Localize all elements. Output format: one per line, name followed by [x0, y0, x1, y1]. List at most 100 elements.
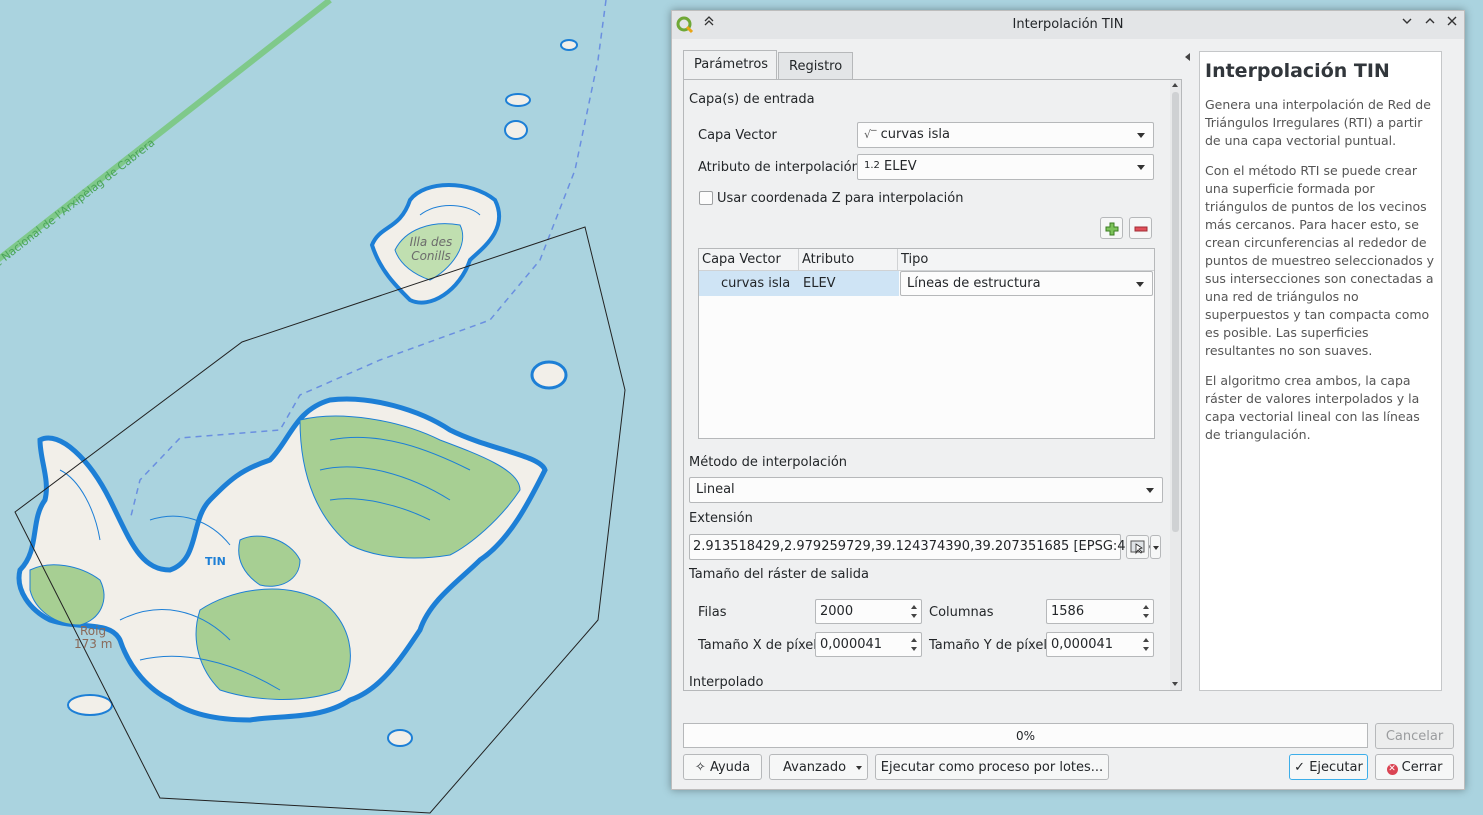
pixel-x-label: Tamaño X de píxel	[698, 638, 817, 653]
tab-registro[interactable]: Registro	[778, 52, 853, 79]
extent-select-button[interactable]	[1126, 535, 1149, 559]
extent-value: 2.913518429,2.979259729,39.124374390,39.…	[693, 539, 1156, 554]
conills-label: Illa des Conills	[409, 235, 453, 263]
table-cell-attribute[interactable]: ELEV	[799, 271, 899, 296]
pixel-y-value: 0,000041	[1051, 637, 1114, 652]
remove-layer-button[interactable]	[1129, 217, 1152, 239]
rows-label: Filas	[698, 605, 727, 620]
help-star-icon: ✧	[694, 760, 706, 775]
interp-attr-combo[interactable]: 1.2 ELEV	[857, 154, 1154, 180]
add-layer-button[interactable]	[1100, 217, 1123, 239]
dialog-titlebar[interactable]: Interpolación TIN	[672, 11, 1464, 39]
parameters-panel: Capa(s) de entrada Capa Vector √‾ curvas…	[683, 79, 1182, 691]
table-header-capa[interactable]: Capa Vector	[699, 249, 799, 271]
arrow-up-icon[interactable]	[911, 605, 917, 609]
roig-height-label: 173 m	[74, 637, 113, 651]
tab-parametros[interactable]: Parámetros	[683, 50, 777, 80]
chevron-down-icon	[1153, 546, 1159, 550]
pixel-y-label: Tamaño Y de píxel	[929, 638, 1047, 653]
layer-table[interactable]: Capa Vector Atributo Tipo curvas isla EL…	[698, 248, 1155, 439]
islet	[67, 694, 113, 716]
chevron-down-icon	[1137, 133, 1145, 138]
arrow-down-icon[interactable]	[1143, 614, 1149, 618]
extent-field[interactable]: 2.913518429,2.979259729,39.124374390,39.…	[689, 534, 1155, 560]
use-z-checkbox[interactable]	[699, 191, 713, 205]
minus-icon	[1134, 226, 1147, 232]
table-header-tipo[interactable]: Tipo	[898, 249, 1154, 271]
map-cursor-icon	[1130, 540, 1144, 555]
cols-value: 1586	[1051, 604, 1085, 619]
help-paragraph: El algoritmo crea ambos, la capa ráster …	[1205, 373, 1420, 442]
vector-layer-label: Capa Vector	[698, 128, 777, 143]
help-button-label: Ayuda	[709, 760, 751, 775]
pixel-y-spinbox[interactable]: 0,000041	[1046, 632, 1154, 657]
scroll-up-icon[interactable]	[1172, 83, 1178, 87]
extent-dropdown-button[interactable]	[1150, 535, 1161, 559]
pixel-x-spinbox[interactable]: 0,000041	[815, 632, 922, 657]
interpolated-label: Interpolado	[689, 675, 764, 690]
cols-spinbox[interactable]: 1586	[1046, 599, 1154, 624]
tin-layer-label: TIN	[205, 555, 226, 568]
extent-label: Extensión	[689, 511, 753, 526]
rows-value: 2000	[820, 604, 854, 619]
check-icon: ✓	[1294, 760, 1306, 775]
help-paragraph: Con el método RTI se puede crear una sup…	[1205, 163, 1435, 358]
arrow-up-icon[interactable]	[911, 638, 917, 642]
islet	[505, 93, 531, 107]
method-value: Lineal	[696, 482, 735, 497]
method-combo[interactable]: Lineal	[689, 477, 1163, 503]
maximize-icon[interactable]	[1421, 15, 1439, 33]
chevron-down-icon	[1146, 488, 1154, 493]
pixel-x-value: 0,000041	[820, 637, 883, 652]
run-button-label: Ejecutar	[1309, 760, 1363, 775]
help-panel: Interpolación TIN Genera una interpolaci…	[1199, 51, 1442, 691]
help-title: Interpolación TIN	[1205, 60, 1390, 82]
advanced-button[interactable]: Avanzado	[769, 754, 868, 780]
progress-text: 0%	[1015, 729, 1036, 743]
table-cell-layer[interactable]: curvas isla	[699, 271, 799, 296]
arrow-up-icon[interactable]	[1143, 638, 1149, 642]
chevron-down-icon	[1137, 165, 1145, 170]
interp-attr-value: ELEV	[884, 159, 917, 174]
run-button[interactable]: ✓ Ejecutar	[1289, 754, 1368, 780]
arrow-up-icon[interactable]	[1143, 605, 1149, 609]
params-scrollbar[interactable]	[1170, 80, 1181, 690]
islet	[530, 360, 568, 390]
islet	[560, 39, 578, 51]
help-paragraph: Genera una interpolación de Red de Trián…	[1205, 97, 1431, 148]
batch-process-button[interactable]: Ejecutar como proceso por lotes...	[875, 754, 1109, 780]
dialog-title: Interpolación TIN	[1012, 17, 1124, 32]
minimize-icon[interactable]	[1398, 15, 1416, 33]
numeric-field-icon: 1.2	[864, 160, 880, 171]
input-section-label: Capa(s) de entrada	[689, 92, 815, 107]
vector-layer-value: curvas isla	[880, 127, 950, 142]
vector-layer-combo[interactable]: √‾ curvas isla	[857, 122, 1154, 148]
close-button[interactable]: ✕ Cerrar	[1375, 754, 1454, 780]
type-combo[interactable]: Líneas de estructura	[900, 271, 1153, 296]
arrow-down-icon[interactable]	[911, 614, 917, 618]
arrow-down-icon[interactable]	[1143, 647, 1149, 651]
cols-label: Columnas	[929, 605, 994, 620]
scroll-down-icon[interactable]	[1172, 682, 1178, 686]
close-circle-icon: ✕	[1386, 764, 1398, 775]
use-z-label[interactable]: Usar coordenada Z para interpolación	[717, 191, 963, 206]
islet	[504, 120, 528, 140]
table-header-atributo[interactable]: Atributo	[799, 249, 898, 271]
type-value: Líneas de estructura	[907, 276, 1041, 291]
interp-attr-label: Atributo de interpolación	[698, 160, 860, 175]
island-cabrera	[16, 396, 548, 723]
help-button[interactable]: ✧ Ayuda	[683, 754, 762, 780]
arrow-down-icon[interactable]	[911, 647, 917, 651]
scroll-thumb[interactable]	[1172, 92, 1179, 532]
rows-spinbox[interactable]: 2000	[815, 599, 922, 624]
line-layer-icon: √‾	[864, 128, 877, 141]
cancel-button[interactable]: Cancelar	[1375, 723, 1454, 749]
close-icon[interactable]	[1443, 15, 1461, 33]
roig-label: Roig	[80, 624, 107, 638]
chevron-down-icon	[1136, 282, 1144, 287]
advanced-button-label: Avanzado	[783, 760, 847, 775]
method-label: Método de interpolación	[689, 455, 848, 470]
tin-interpolation-dialog: Interpolación TIN Parámetros Registro Ca…	[671, 10, 1465, 790]
close-button-label: Cerrar	[1401, 760, 1443, 775]
collapse-help-icon[interactable]	[1185, 53, 1190, 61]
